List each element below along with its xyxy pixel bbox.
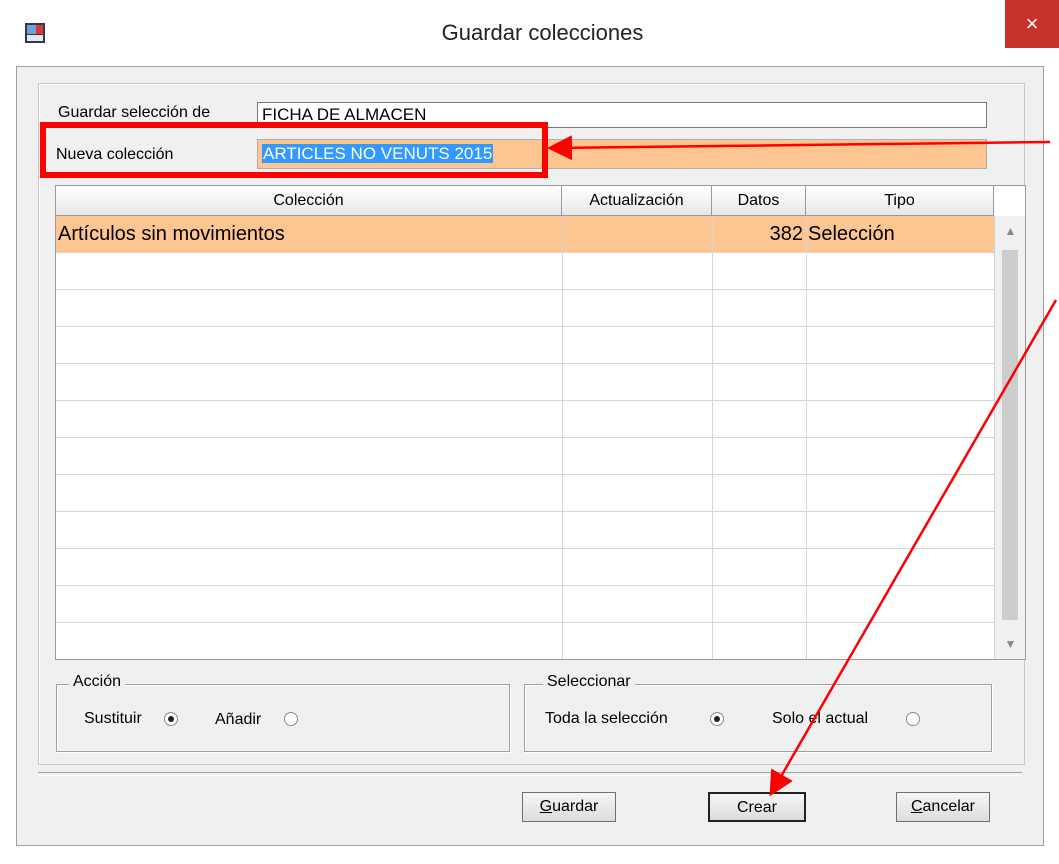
toda-seleccion-label[interactable]: Toda la selección: [545, 710, 668, 728]
close-button[interactable]: ×: [1005, 0, 1059, 48]
save-selection-label: Guardar selección de: [58, 104, 211, 121]
cancelar-mnemonic: C: [910, 798, 923, 815]
column-header-tipo[interactable]: Tipo: [806, 186, 994, 216]
cell-datos: 382: [769, 223, 803, 245]
sustituir-radio[interactable]: [164, 712, 178, 726]
annotation-highlight-box: [40, 122, 548, 178]
cell-actualizacion: [562, 216, 712, 252]
toda-seleccion-radio[interactable]: [710, 712, 724, 726]
footer-separator: [38, 772, 1022, 776]
scroll-up-arrow-icon[interactable]: ▲: [995, 216, 1025, 246]
window-title: Guardar colecciones: [441, 20, 644, 45]
table-row-empty[interactable]: [56, 364, 994, 401]
cancelar-button[interactable]: Cancelar: [896, 792, 990, 822]
table-row-empty[interactable]: [56, 549, 994, 586]
vertical-scrollbar[interactable]: ▲ ▼: [994, 216, 1025, 659]
cancelar-label: ancelar: [922, 798, 976, 815]
seleccionar-legend: Seleccionar: [543, 673, 635, 691]
table-row-empty[interactable]: [56, 327, 994, 364]
accion-legend: Acción: [69, 673, 126, 691]
scroll-down-arrow-icon[interactable]: ▼: [995, 629, 1025, 659]
guardar-label: uardar: [552, 798, 599, 815]
table-row-empty[interactable]: [56, 438, 994, 475]
column-header-coleccion[interactable]: Colección: [56, 186, 562, 216]
table-row-empty[interactable]: [56, 475, 994, 512]
scroll-thumb[interactable]: [1002, 250, 1018, 620]
table-row-empty[interactable]: [56, 253, 994, 290]
anadir-radio[interactable]: [284, 712, 298, 726]
table-row[interactable]: Artículos sin movimientos 382 Selección: [56, 216, 994, 253]
title-bar: Guardar colecciones ×: [0, 0, 1059, 66]
anadir-label[interactable]: Añadir: [215, 711, 261, 729]
column-divider: [712, 216, 713, 659]
collections-table[interactable]: Colección Actualización Datos Tipo Artíc…: [55, 185, 1026, 660]
solo-actual-label[interactable]: Solo el actual: [772, 710, 868, 728]
sustituir-label[interactable]: Sustituir: [84, 710, 142, 728]
column-header-datos[interactable]: Datos: [712, 186, 806, 216]
table-row-empty[interactable]: [56, 586, 994, 623]
guardar-button[interactable]: Guardar: [522, 792, 616, 822]
cell-coleccion: Artículos sin movimientos: [58, 223, 285, 245]
column-divider: [806, 216, 807, 659]
table-row-empty[interactable]: [56, 290, 994, 327]
table-row-empty[interactable]: [56, 623, 994, 659]
column-divider: [562, 216, 563, 659]
crear-button[interactable]: Crear: [708, 792, 806, 822]
close-icon: ×: [1025, 11, 1039, 36]
column-header-actualizacion[interactable]: Actualización: [562, 186, 712, 216]
table-row-empty[interactable]: [56, 401, 994, 438]
cell-tipo: Selección: [808, 223, 895, 245]
solo-actual-radio[interactable]: [906, 712, 920, 726]
table-row-empty[interactable]: [56, 512, 994, 549]
guardar-mnemonic: G: [539, 798, 553, 815]
